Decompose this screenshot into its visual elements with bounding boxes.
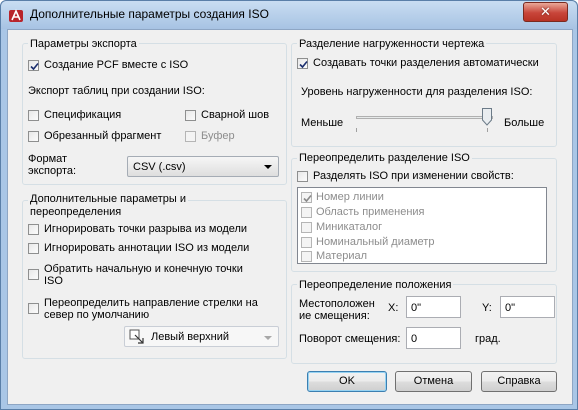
export-format-select[interactable]: CSV (.csv) [127,156,279,177]
create-pcf-label[interactable]: Создание PCF вместе с ISO [44,59,188,72]
density-slider[interactable] [356,106,496,136]
split-on-change-checkbox[interactable] [297,171,308,182]
prop-material-checkbox [301,251,312,262]
help-button[interactable]: Справка [481,371,557,392]
offset-location-label-line2: ие смещения: [299,310,370,322]
rotation-unit: град. [475,333,501,345]
override-arrow-label-line2[interactable]: север по умолчанию [44,309,149,322]
title-bar: Дополнительные параметры создания ISO ✕ [1,1,577,29]
offset-x-label: X: [388,302,399,314]
slider-tick [356,128,357,132]
offset-x-input[interactable]: 0" [406,296,461,318]
prop-material-label: Материал [316,250,367,262]
prop-scope-label: Область применения [316,206,425,218]
offset-x-value: 0" [411,302,422,314]
cut-fragment-label[interactable]: Обрезанный фрагмент [44,130,161,143]
slider-min-label: Меньше [301,117,344,129]
rotation-label: Поворот смещения: [299,333,401,345]
weld-label[interactable]: Сварной шов [201,109,269,122]
export-format-value: CSV (.csv) [133,161,186,173]
spec-checkbox[interactable] [28,110,39,121]
window-title: Дополнительные параметры создания ISO [30,7,269,21]
slider-thumb[interactable] [482,108,492,126]
dialog-window: Дополнительные параметры создания ISO ✕ … [0,0,578,410]
split-override-title: Переопределить разделение ISO [297,152,472,165]
override-arrow-checkbox[interactable] [28,303,39,314]
slider-max-label: Больше [504,117,545,129]
ignore-annotations-checkbox[interactable] [28,243,39,254]
export-tables-label: Экспорт таблиц при создании ISO: [28,85,205,97]
buffer-checkbox [185,131,196,142]
export-format-label-line2: экспорта: [28,165,77,177]
offset-y-label: Y: [482,302,492,314]
reverse-points-label-line1[interactable]: Обратить начальную и конечную точки [44,263,243,276]
reverse-points-checkbox[interactable] [28,269,39,280]
chevron-down-icon [264,165,272,169]
weld-checkbox[interactable] [185,110,196,121]
cut-fragment-checkbox[interactable] [28,131,39,142]
slider-track [356,116,493,119]
offset-y-input[interactable]: 0" [500,296,555,318]
dialog-body: Параметры экспорта Создание PCF вместе с… [7,29,573,405]
prop-line-number-label: Номер линии [316,191,384,203]
prop-minicatalog-label: Миникаталог [316,221,383,233]
close-button[interactable]: ✕ [523,2,568,22]
checkmark-icon [303,194,312,203]
ignore-breaks-checkbox[interactable] [28,224,39,235]
auto-split-checkbox[interactable] [297,58,308,69]
arrow-position-select: Левый верхний [124,326,279,347]
buffer-label: Буфер [201,130,235,142]
rotation-input[interactable]: 0 [406,327,461,349]
prop-line-number-checkbox [301,192,312,203]
prop-scope-checkbox [301,207,312,218]
reverse-points-label-line2[interactable]: ISO [44,275,63,288]
chevron-down-icon [264,336,272,340]
offset-y-value: 0" [505,302,516,314]
cancel-button[interactable]: Отмена [395,371,472,392]
spec-label[interactable]: Спецификация [44,109,121,122]
rotation-value: 0 [411,333,418,345]
close-icon: ✕ [540,4,551,20]
auto-split-label[interactable]: Создавать точки разделения автоматически [313,57,539,70]
additional-params-title-line2: переопределения [28,206,124,219]
additional-params-title-line1: Дополнительные параметры и [28,193,189,206]
create-pcf-checkbox[interactable] [28,60,39,71]
checkmark-icon [30,62,39,71]
slider-tick [487,128,488,132]
ignore-breaks-label[interactable]: Игнорировать точки разрыва из модели [44,223,247,236]
ok-button[interactable]: OK [307,371,387,392]
prop-nominal-diameter-label: Номинальный диаметр [316,236,435,248]
density-split-title: Разделение нагруженности чертежа [297,38,487,51]
position-override-title: Переопределение положения [297,279,454,292]
prop-minicatalog-checkbox [301,222,312,233]
split-properties-list: Номер линии Область применения Миникатал… [297,187,547,264]
autocad-plant-icon [9,9,23,22]
arrow-position-value: Левый верхний [151,331,229,343]
export-params-title: Параметры экспорта [28,38,139,51]
prop-nominal-diameter-checkbox [301,237,312,248]
density-level-label: Уровень нагруженности для разделения ISO… [301,86,533,98]
position-left-top-icon [129,329,144,344]
split-on-change-label[interactable]: Разделять ISO при изменении свойств: [313,170,514,183]
checkmark-icon [299,60,308,69]
ignore-annotations-label[interactable]: Игнорировать аннотации ISO из модели [44,242,249,255]
